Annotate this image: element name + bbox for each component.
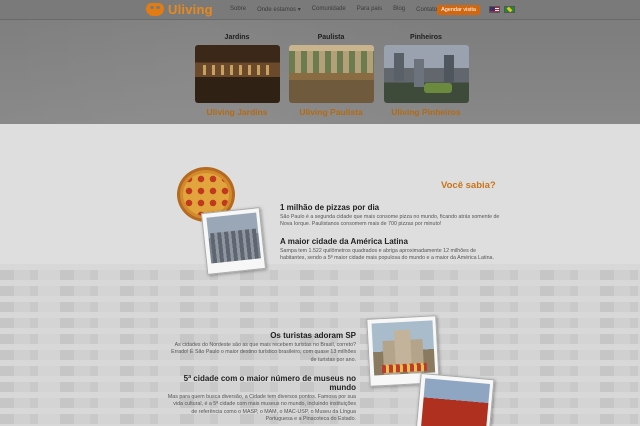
site-logo[interactable]: Uliving bbox=[146, 2, 213, 17]
us-flag-icon[interactable] bbox=[489, 6, 500, 13]
unit-photo-pinheiros[interactable] bbox=[383, 45, 469, 103]
nav-item-onde-estamos[interactable]: Onde estamos ▾ bbox=[257, 6, 301, 13]
masp-photo bbox=[421, 378, 491, 426]
fact-title: 5ª cidade com o maior número de museus n… bbox=[183, 374, 356, 392]
skyline-polaroid bbox=[200, 207, 267, 275]
unit-heading: Jardins bbox=[224, 34, 250, 41]
schedule-visit-button[interactable]: Agendar visita bbox=[437, 5, 480, 15]
logo-icon bbox=[146, 3, 164, 16]
unit-heading: Paulista bbox=[317, 34, 345, 41]
locations-dropdown: Jardins Uliving Jardins Paulista Uliving… bbox=[0, 20, 640, 124]
unit-pinheiros[interactable]: Pinheiros Uliving Pinheiros bbox=[381, 34, 471, 117]
fact-title: 1 milhão de pizzas por dia bbox=[280, 203, 380, 212]
site-header: Uliving Sobre Onde estamos ▾ Comunidade … bbox=[0, 0, 640, 20]
unit-heading: Pinheiros bbox=[410, 34, 442, 41]
unit-link-jardins[interactable]: Uliving Jardins bbox=[192, 107, 282, 117]
unit-jardins[interactable]: Jardins Uliving Jardins bbox=[192, 34, 282, 117]
unit-photo-jardins[interactable] bbox=[194, 45, 280, 103]
logo-text: Uliving bbox=[168, 2, 213, 17]
fact-title: Os turistas adoram SP bbox=[270, 331, 356, 340]
masp-polaroid bbox=[415, 372, 495, 426]
brazil-flag-icon[interactable] bbox=[504, 6, 515, 13]
unit-photo-paulista[interactable] bbox=[288, 45, 374, 103]
fact-largest-city: A maior cidade da América Latina Sampa t… bbox=[280, 237, 500, 263]
nav-item-comunidade[interactable]: Comunidade bbox=[312, 6, 346, 13]
fact-museums: 5ª cidade com o maior número de museus n… bbox=[166, 374, 356, 424]
nav-item-para-pais[interactable]: Para pais bbox=[357, 6, 382, 13]
fact-text: Sampa tem 1.522 quilômetros quadrados e … bbox=[280, 248, 494, 262]
unit-paulista[interactable]: Paulista Uliving Paulista bbox=[286, 34, 376, 117]
skyline-photo bbox=[206, 212, 261, 264]
fact-text: São Paulo é a segunda cidade que mais co… bbox=[280, 214, 500, 228]
nav-item-blog[interactable]: Blog bbox=[393, 6, 405, 13]
nav-item-sobre[interactable]: Sobre bbox=[230, 6, 246, 13]
unit-link-pinheiros[interactable]: Uliving Pinheiros bbox=[381, 107, 471, 117]
fact-text: Mas para quem busca diversão, a Cidade t… bbox=[167, 394, 356, 423]
section-title: Você sabia? bbox=[441, 180, 496, 191]
cathedral-photo bbox=[371, 320, 436, 376]
fact-tourists: Os turistas adoram SP As cidades do Nord… bbox=[166, 331, 356, 364]
main-nav: Sobre Onde estamos ▾ Comunidade Para pai… bbox=[230, 6, 453, 13]
unit-link-paulista[interactable]: Uliving Paulista bbox=[286, 107, 376, 117]
fact-title: A maior cidade da América Latina bbox=[280, 237, 408, 246]
fact-text: As cidades do Nordeste são as que mais r… bbox=[171, 342, 356, 363]
fact-pizzas: 1 milhão de pizzas por dia São Paulo é a… bbox=[280, 203, 500, 229]
